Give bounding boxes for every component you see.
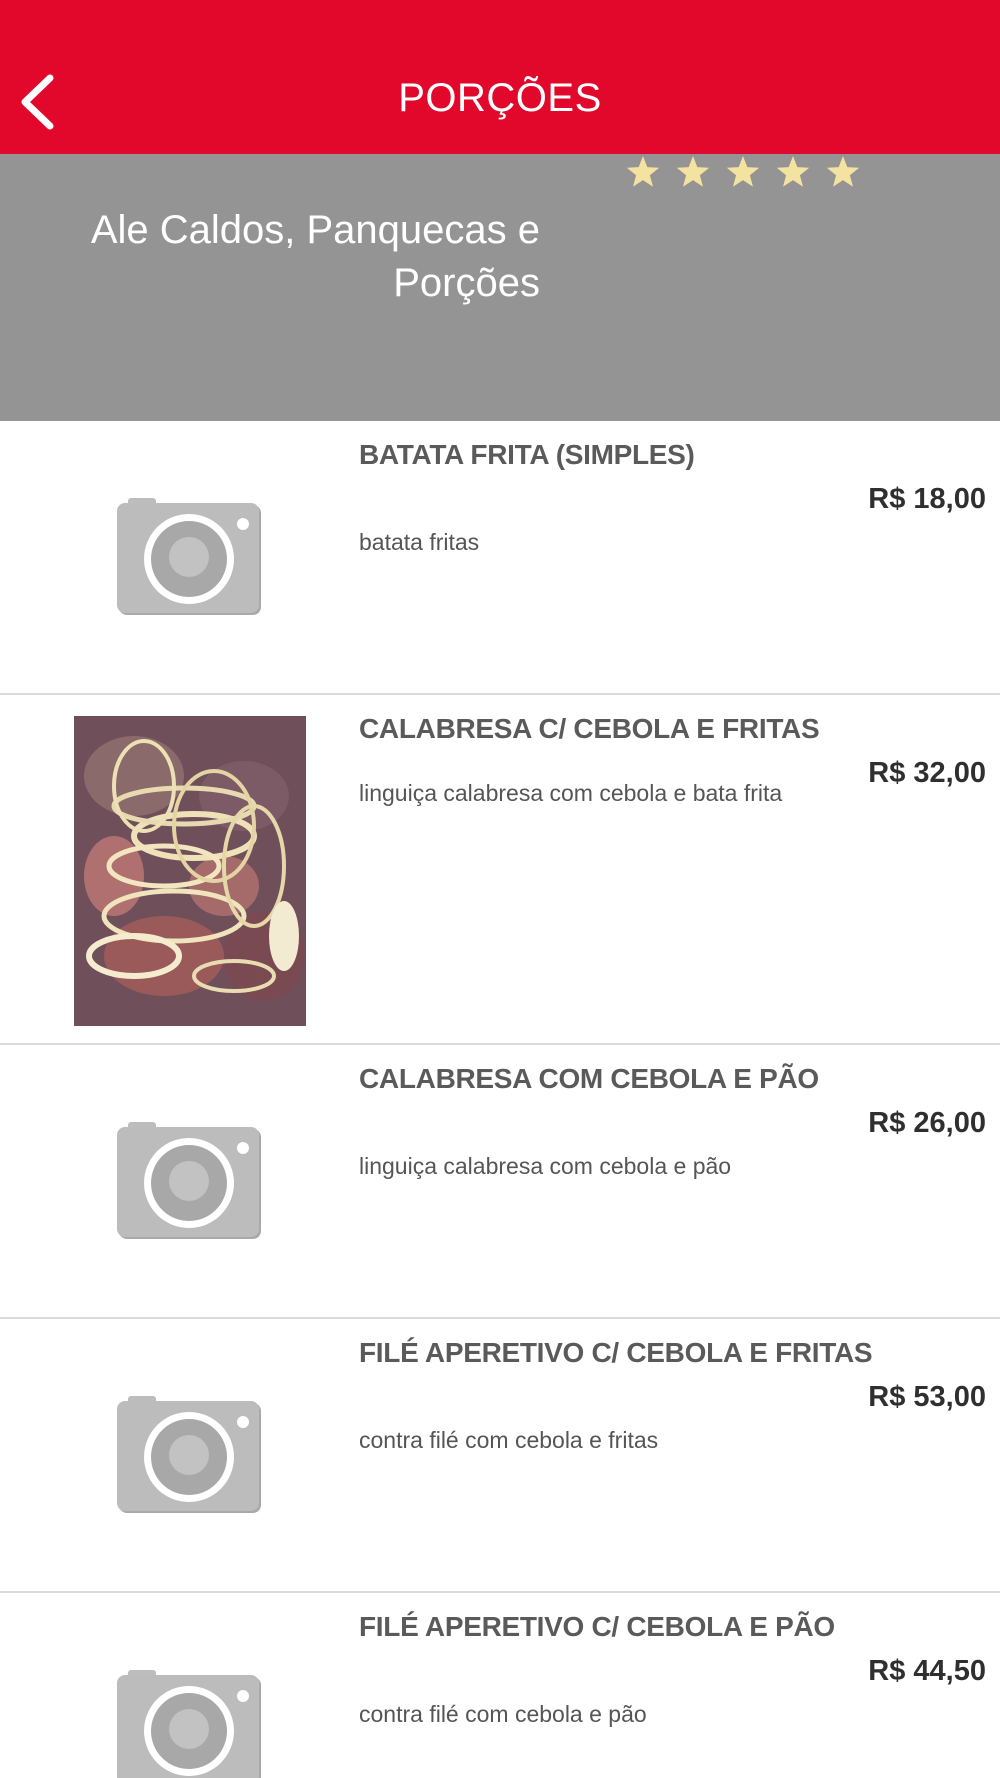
item-price: R$ 26,00 [868,1107,986,1139]
item-name: BATATA FRITA (SIMPLES) [359,439,695,470]
camera-placeholder-icon [117,1122,261,1239]
camera-placeholder-icon [117,498,261,615]
star-icon [818,154,868,190]
store-banner: Ale Caldos, Panquecas e Porções [0,154,1000,421]
item-name: CALABRESA COM CEBOLA E PÃO [359,1063,819,1094]
star-icon [718,154,768,190]
star-icon [618,154,668,190]
store-name: Ale Caldos, Panquecas e Porções [90,208,540,305]
item-price: R$ 53,00 [868,1381,986,1413]
camera-placeholder-icon [117,1396,261,1513]
item-description: linguiça calabresa com cebola e pão [359,1153,732,1179]
item-description: contra filé com cebola e fritas [359,1427,659,1453]
page-title: PORÇÕES [398,76,602,120]
item-name: CALABRESA C/ CEBOLA E FRITAS [359,713,820,744]
menu-item-list: BATATA FRITA (SIMPLES) R$ 18,00 batata f… [0,421,1000,1778]
menu-item[interactable]: CALABRESA C/ CEBOLA E FRITAS R$ 32,00 li… [0,695,1000,1045]
menu-item[interactable]: CALABRESA COM CEBOLA E PÃO R$ 26,00 ling… [0,1045,1000,1319]
item-name: FILÉ APERETIVO C/ CEBOLA E PÃO [359,1611,835,1642]
menu-item[interactable]: FILÉ APERETIVO C/ CEBOLA E FRITAS R$ 53,… [0,1319,1000,1593]
item-name: FILÉ APERETIVO C/ CEBOLA E FRITAS [359,1337,873,1368]
menu-item[interactable]: BATATA FRITA (SIMPLES) R$ 18,00 batata f… [0,421,1000,695]
rating-stars [618,154,868,190]
menu-item[interactable]: FILÉ APERETIVO C/ CEBOLA E PÃO R$ 44,50 … [0,1593,1000,1778]
item-description: linguiça calabresa com cebola e bata fri… [359,780,783,806]
item-price: R$ 32,00 [868,757,986,789]
item-description: batata fritas [359,529,480,555]
top-bar: PORÇÕES [0,0,1000,154]
star-icon [768,154,818,190]
item-price: R$ 18,00 [868,483,986,515]
item-description: contra filé com cebola e pão [359,1701,647,1727]
item-price: R$ 44,50 [868,1655,986,1687]
star-icon [668,154,718,190]
camera-placeholder-icon [117,1670,261,1778]
calabresa-photo [74,716,306,1026]
